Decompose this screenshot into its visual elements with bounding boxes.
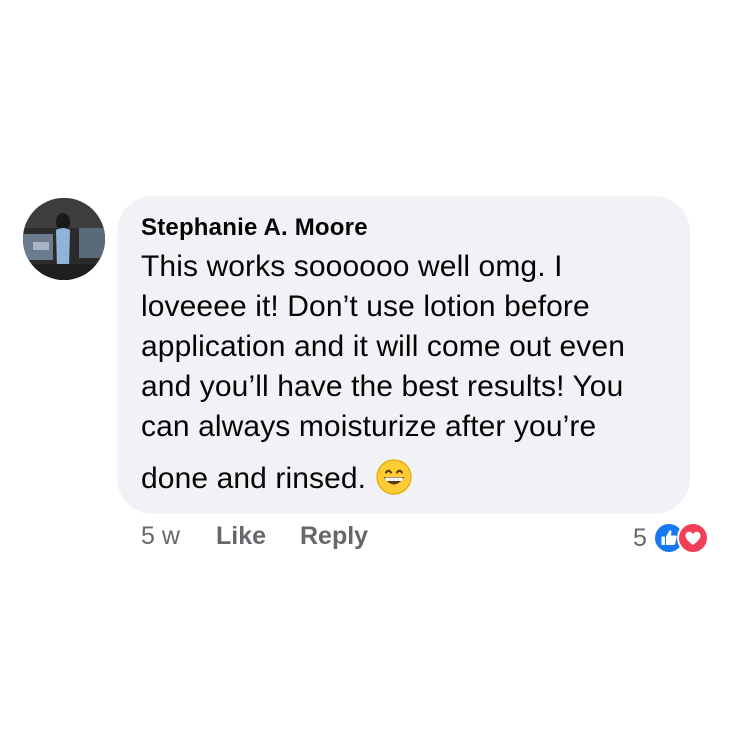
grinning-face-icon (376, 459, 412, 495)
reactions-summary[interactable]: 5 (633, 522, 709, 554)
comment-timestamp[interactable]: 5 w (141, 522, 180, 551)
comment-text-line: and you’ll have the best results! You (141, 370, 624, 403)
reaction-count: 5 (633, 523, 647, 552)
avatar[interactable] (23, 198, 105, 280)
comment-text-line: application and it will come out even (141, 330, 625, 363)
reply-button[interactable]: Reply (300, 522, 368, 551)
comment-text-line: loveeee it! Don’t use lotion before (141, 290, 590, 323)
comment-author[interactable]: Stephanie A. Moore (141, 214, 368, 242)
comment-text-last-line: done and rinsed. (141, 459, 412, 496)
love-reaction-icon (676, 522, 709, 554)
like-button[interactable]: Like (216, 522, 266, 551)
comment-text-line: can always moisturize after you’re (141, 410, 597, 443)
comment-text-line: This works soooooo well omg. I (141, 250, 563, 283)
comment-text-line: done and rinsed. (141, 462, 367, 495)
